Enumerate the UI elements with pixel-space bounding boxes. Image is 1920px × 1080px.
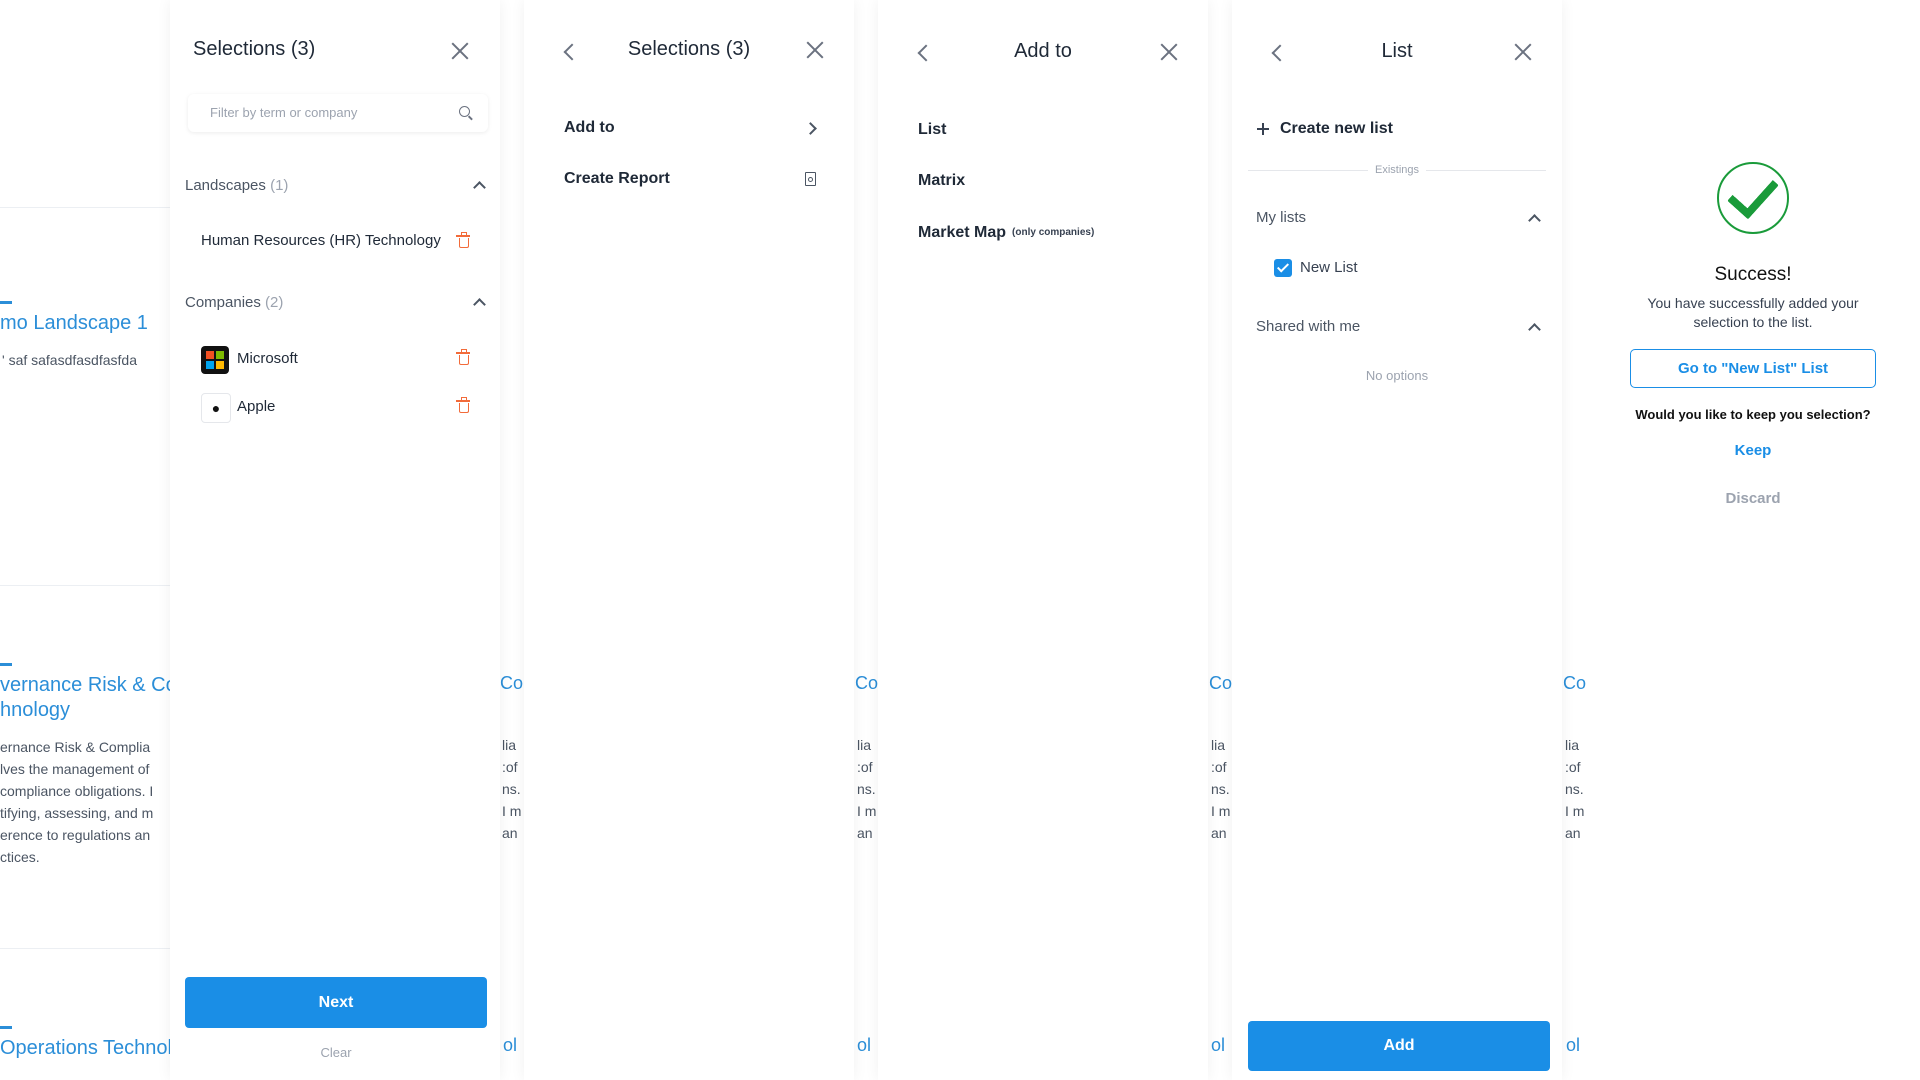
- panel-title: List: [1381, 40, 1413, 62]
- next-button[interactable]: Next: [185, 977, 487, 1028]
- card-desc-line: ernance Risk & Complia: [0, 739, 151, 755]
- chevron-up-icon[interactable]: [473, 298, 486, 311]
- success-title: Success!: [1714, 264, 1792, 285]
- accent-dash: [0, 663, 12, 666]
- card-desc-line: lves the management of: [0, 761, 150, 777]
- close-icon[interactable]: [806, 41, 824, 59]
- divider: [0, 207, 170, 208]
- strip-title: Co: [500, 673, 524, 693]
- chevron-up-icon[interactable]: [473, 181, 486, 194]
- list-option[interactable]: List: [918, 121, 946, 139]
- market-map-note: (only companies): [1012, 227, 1095, 238]
- clear-link[interactable]: Clear: [185, 1045, 487, 1060]
- strip-title: Co: [1209, 673, 1233, 693]
- company-item: Microsoft: [237, 350, 298, 367]
- trash-icon[interactable]: [456, 349, 470, 365]
- keep-question: Would you like to keep you selection?: [1635, 407, 1871, 422]
- close-icon[interactable]: [451, 42, 469, 60]
- card-desc-line: erence to regulations an: [0, 827, 151, 843]
- search-icon[interactable]: [459, 106, 470, 117]
- plus-icon[interactable]: [1257, 123, 1269, 135]
- create-new-list-button[interactable]: Create new list: [1280, 120, 1393, 138]
- company-item: Apple: [237, 398, 276, 415]
- success-panel: Success! You have successfully added you…: [1586, 0, 1920, 1080]
- panel-title: Add to: [1014, 40, 1072, 62]
- strip-bottom: ol: [1211, 1035, 1226, 1055]
- microsoft-logo-icon: [201, 346, 229, 374]
- success-check-icon: [1717, 162, 1789, 234]
- trash-icon[interactable]: [456, 397, 470, 413]
- card-title[interactable]: vernance Risk & Co: [0, 672, 177, 698]
- strip-title: Co: [855, 673, 879, 693]
- add-button[interactable]: Add: [1248, 1021, 1550, 1071]
- strip-bottom: ol: [857, 1035, 872, 1055]
- no-options-text: No options: [1365, 368, 1429, 383]
- panel-title: Selections (3): [193, 38, 316, 60]
- landscape-item: Human Resources (HR) Technology: [201, 232, 441, 249]
- list-item-name[interactable]: New List: [1300, 259, 1358, 276]
- chevron-up-icon[interactable]: [1528, 214, 1541, 227]
- panel-header: Selections (3): [524, 0, 854, 100]
- go-to-list-button[interactable]: Go to "New List" List: [1630, 349, 1876, 388]
- card-title[interactable]: mo Landscape 1: [0, 310, 148, 336]
- strip-bottom: ol: [1566, 1035, 1581, 1055]
- discard-button[interactable]: Discard: [1586, 490, 1920, 507]
- add-to-menu-item[interactable]: Add to: [564, 119, 615, 137]
- search-box: [188, 94, 488, 132]
- card-desc-line: compliance obligations. I: [0, 783, 154, 799]
- matrix-option[interactable]: Matrix: [918, 172, 965, 190]
- panel-title: Selections (3): [627, 38, 751, 60]
- card-title-line2[interactable]: hnology: [0, 697, 70, 723]
- selections-panel: Selections (3) Landscapes (1) Human Reso…: [170, 0, 500, 1080]
- success-message: You have successfully added your selecti…: [1647, 295, 1859, 330]
- panel-header: List: [1232, 0, 1562, 100]
- card-desc: ' saf safasdfasdfasfda: [2, 352, 137, 368]
- shared-section-label[interactable]: Shared with me: [1256, 318, 1360, 335]
- close-icon[interactable]: [1514, 43, 1532, 61]
- strip-bottom: ol: [503, 1035, 518, 1055]
- close-icon[interactable]: [1160, 43, 1178, 61]
- chevron-up-icon[interactable]: [1528, 323, 1541, 336]
- selections-menu-panel: Selections (3) Add to Create Report: [524, 0, 854, 1080]
- landscapes-section-label[interactable]: Landscapes (1): [185, 177, 288, 194]
- card-title[interactable]: Operations Technol: [0, 1035, 172, 1061]
- keep-button[interactable]: Keep: [1586, 442, 1920, 459]
- market-map-option[interactable]: Market Map (only companies): [918, 224, 1094, 242]
- my-lists-section-label[interactable]: My lists: [1256, 209, 1306, 226]
- companies-section-label[interactable]: Companies (2): [185, 294, 283, 311]
- new-list-checkbox[interactable]: [1274, 259, 1292, 277]
- trash-icon[interactable]: [456, 232, 470, 248]
- divider: [0, 585, 170, 586]
- create-report-menu-item[interactable]: Create Report: [564, 170, 670, 188]
- card-desc-line: tifying, assessing, and m: [0, 805, 154, 821]
- apple-logo-icon: ●: [201, 393, 231, 423]
- strip-title: Co: [1563, 673, 1587, 693]
- divider: [0, 948, 170, 949]
- chevron-right-icon[interactable]: [804, 122, 817, 135]
- panel-header: Add to: [878, 0, 1208, 100]
- list-panel: List Create new list Existings My lists …: [1232, 0, 1562, 1080]
- panel-header: Selections (3): [170, 0, 500, 100]
- search-input[interactable]: [208, 104, 452, 121]
- report-icon[interactable]: [805, 172, 816, 186]
- accent-dash: [0, 301, 12, 304]
- add-to-panel: Add to List Matrix Market Map (only compa…: [878, 0, 1208, 1080]
- accent-dash: [0, 1026, 12, 1029]
- divider: [1426, 170, 1546, 171]
- card-desc-line: ctices.: [0, 849, 40, 865]
